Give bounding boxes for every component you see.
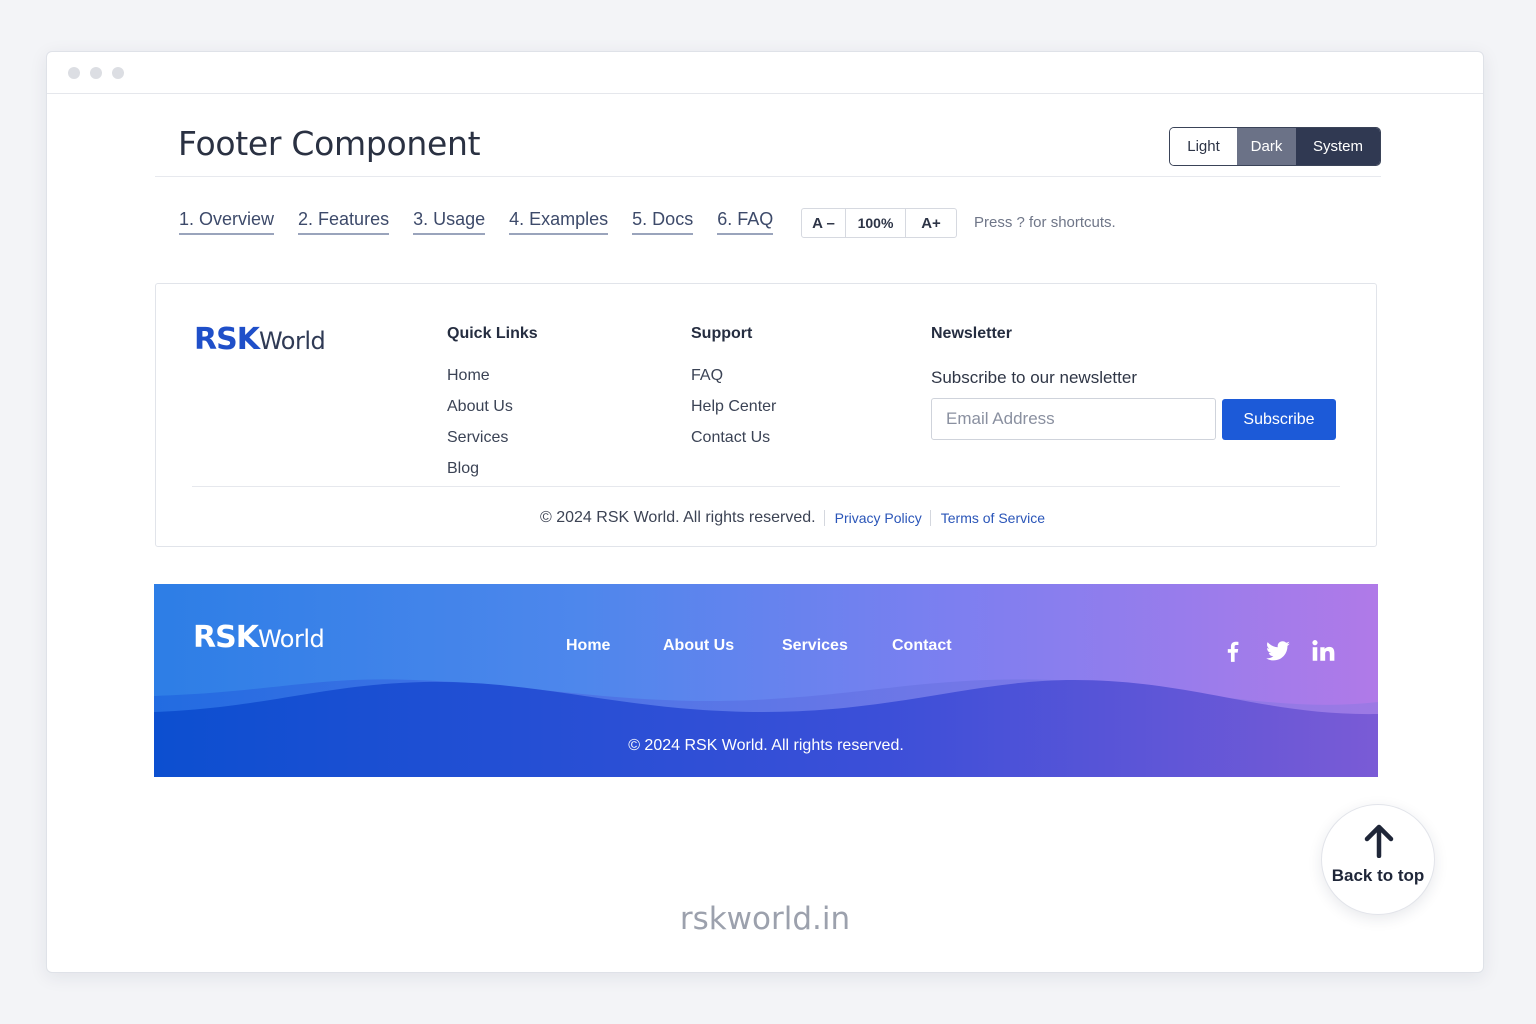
- window-titlebar: [47, 52, 1483, 94]
- subscribe-button[interactable]: Subscribe: [1222, 399, 1336, 440]
- support-list: FAQ Help Center Contact Us: [691, 366, 776, 459]
- quick-link-about-us[interactable]: About Us: [447, 397, 513, 428]
- header-divider: [155, 176, 1381, 177]
- twitter-icon[interactable]: [1265, 638, 1291, 664]
- section-tabs: 1. Overview 2. Features 3. Usage 4. Exam…: [179, 209, 797, 235]
- linkedin-icon[interactable]: [1310, 638, 1336, 664]
- logo-rsk-text: RSK: [193, 620, 259, 655]
- support-title: Support: [691, 325, 753, 342]
- privacy-policy-link[interactable]: Privacy Policy: [835, 510, 922, 526]
- footer-logo[interactable]: RSKWorld: [194, 322, 326, 357]
- newsletter-title: Newsletter: [931, 325, 1012, 342]
- newsletter-subtitle: Subscribe to our newsletter: [931, 368, 1137, 387]
- tab-features[interactable]: 2. Features: [298, 209, 390, 235]
- page-title: Footer Component: [178, 124, 481, 163]
- support-link-help-center[interactable]: Help Center: [691, 397, 776, 428]
- tab-faq[interactable]: 6. FAQ: [717, 209, 774, 235]
- back-to-top-label: Back to top: [1331, 866, 1425, 885]
- window-dot-icon: [112, 67, 124, 79]
- facebook-icon[interactable]: [1220, 638, 1246, 664]
- copyright-text: © 2024 RSK World. All rights reserved.: [540, 509, 816, 526]
- footer-gradient: RSKWorld Home About Us Services Contact …: [154, 584, 1378, 777]
- footer-bottom-bar: © 2024 RSK World. All rights reserved. P…: [156, 509, 1376, 527]
- footer-logo-white[interactable]: RSKWorld: [193, 620, 325, 655]
- browser-window: Footer Component Light Dark System 1. Ov…: [46, 51, 1484, 973]
- window-dot-icon: [68, 67, 80, 79]
- back-to-top-button[interactable]: Back to top: [1321, 804, 1435, 915]
- quick-links-list: Home About Us Services Blog: [447, 366, 513, 490]
- footer-nav-about-us[interactable]: About Us: [663, 637, 734, 655]
- divider: [823, 510, 825, 526]
- tab-overview[interactable]: 1. Overview: [179, 209, 275, 235]
- logo-world-text: World: [258, 327, 326, 355]
- footer-nav-home[interactable]: Home: [566, 637, 610, 655]
- logo-world-text: World: [257, 625, 325, 653]
- copyright-text: © 2024 RSK World. All rights reserved.: [628, 737, 904, 754]
- quick-link-home[interactable]: Home: [447, 366, 513, 397]
- email-field[interactable]: [931, 398, 1216, 440]
- footer-nav-contact[interactable]: Contact: [892, 637, 952, 655]
- font-decrease-button[interactable]: A –: [802, 209, 846, 237]
- theme-system-button[interactable]: System: [1296, 128, 1380, 165]
- tab-examples[interactable]: 4. Examples: [509, 209, 609, 235]
- quick-links-title: Quick Links: [447, 325, 538, 342]
- footer-light: RSKWorld Quick Links Home About Us Servi…: [155, 283, 1377, 547]
- footer-divider: [192, 486, 1340, 487]
- logo-rsk-text: RSK: [194, 322, 260, 357]
- divider: [929, 510, 931, 526]
- tab-usage[interactable]: 3. Usage: [413, 209, 486, 235]
- footer-nav-services[interactable]: Services: [782, 637, 848, 655]
- tab-docs[interactable]: 5. Docs: [632, 209, 694, 235]
- font-zoom-value: 100%: [846, 209, 906, 237]
- arrow-up-icon: [1364, 824, 1394, 858]
- theme-toggle: Light Dark System: [1169, 127, 1381, 166]
- shortcuts-hint: Press ? for shortcuts.: [974, 214, 1116, 231]
- quick-link-services[interactable]: Services: [447, 428, 513, 459]
- terms-of-service-link[interactable]: Terms of Service: [941, 510, 1045, 526]
- support-link-contact-us[interactable]: Contact Us: [691, 428, 776, 459]
- window-dot-icon: [90, 67, 102, 79]
- theme-light-button[interactable]: Light: [1170, 128, 1237, 165]
- support-link-faq[interactable]: FAQ: [691, 366, 776, 397]
- watermark: rskworld.in: [679, 901, 851, 937]
- theme-dark-button[interactable]: Dark: [1237, 128, 1296, 165]
- font-increase-button[interactable]: A+: [906, 209, 956, 237]
- font-size-control: A – 100% A+: [801, 208, 957, 238]
